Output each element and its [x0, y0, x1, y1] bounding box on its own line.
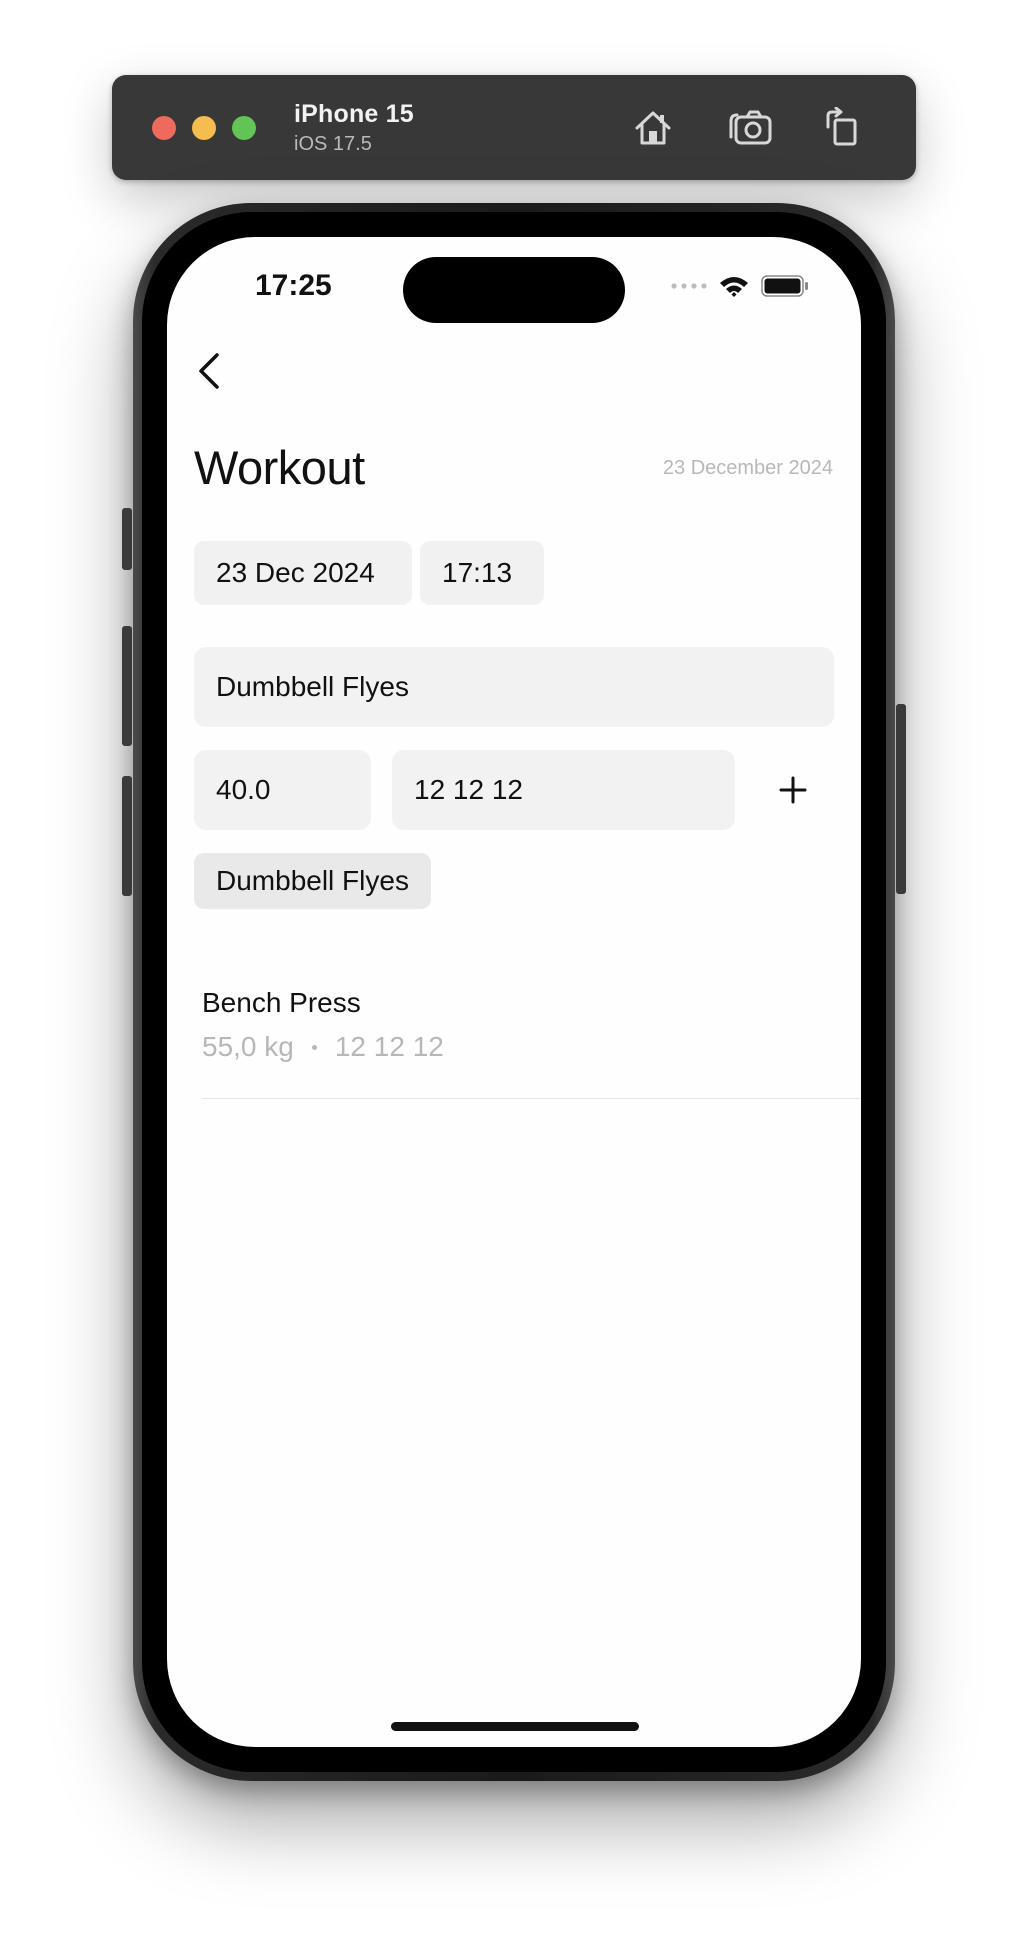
exercise-name-input[interactable]: Dumbbell Flyes: [194, 647, 834, 727]
power-button: [896, 704, 906, 894]
volume-up-button: [122, 626, 132, 746]
rotate-icon: [826, 107, 857, 146]
wifi-icon: [720, 277, 748, 297]
signal-dots-icon: [671, 283, 707, 289]
chevron-left-icon: [199, 353, 219, 389]
back-button[interactable]: [189, 349, 229, 393]
reps-input[interactable]: 12 12 12: [392, 750, 735, 830]
screenshot-stage: iPhone 15 iOS 17.5 17:25 Workout 23 Dece…: [0, 0, 1028, 1934]
plus-icon: [779, 776, 807, 804]
screenshot-button[interactable]: [726, 103, 776, 153]
app-screen: 17:25 Workout 23 December 2024 23 Dec 20…: [167, 237, 861, 1747]
action-button: [122, 508, 132, 570]
device-name: iPhone 15: [294, 100, 414, 128]
home-indicator[interactable]: [391, 1722, 639, 1731]
simulator-title-bar: iPhone 15 iOS 17.5: [112, 75, 916, 180]
entry-details: 55,0 kg 12 12 12: [202, 1031, 444, 1063]
zoom-window-button[interactable]: [232, 116, 256, 140]
entry-reps: 12 12 12: [334, 1031, 444, 1062]
time-picker-chip[interactable]: 17:13: [420, 541, 544, 605]
os-version: iOS 17.5: [294, 133, 372, 155]
status-time: 17:25: [255, 269, 332, 302]
home-button[interactable]: [628, 103, 678, 153]
date-picker-chip[interactable]: 23 Dec 2024: [194, 541, 412, 605]
rotate-button[interactable]: [818, 103, 868, 153]
page-date: 23 December 2024: [662, 457, 833, 479]
home-icon: [635, 111, 671, 145]
entry-weight: 55,0 kg: [202, 1031, 294, 1062]
minimize-window-button[interactable]: [192, 116, 216, 140]
close-window-button[interactable]: [152, 116, 176, 140]
add-exercise-button[interactable]: [770, 767, 816, 813]
entry-exercise-name[interactable]: Bench Press: [202, 987, 361, 1019]
exercise-suggestion-chip[interactable]: Dumbbell Flyes: [194, 853, 431, 909]
list-divider: [202, 1098, 861, 1099]
volume-down-button: [122, 776, 132, 896]
weight-input[interactable]: 40.0: [194, 750, 371, 830]
battery-icon: [761, 275, 808, 297]
page-title: Workout: [194, 441, 365, 494]
status-icons: [671, 275, 809, 297]
separator-dot: [311, 1044, 317, 1050]
camera-icon: [729, 110, 772, 145]
dynamic-island: [403, 257, 625, 323]
